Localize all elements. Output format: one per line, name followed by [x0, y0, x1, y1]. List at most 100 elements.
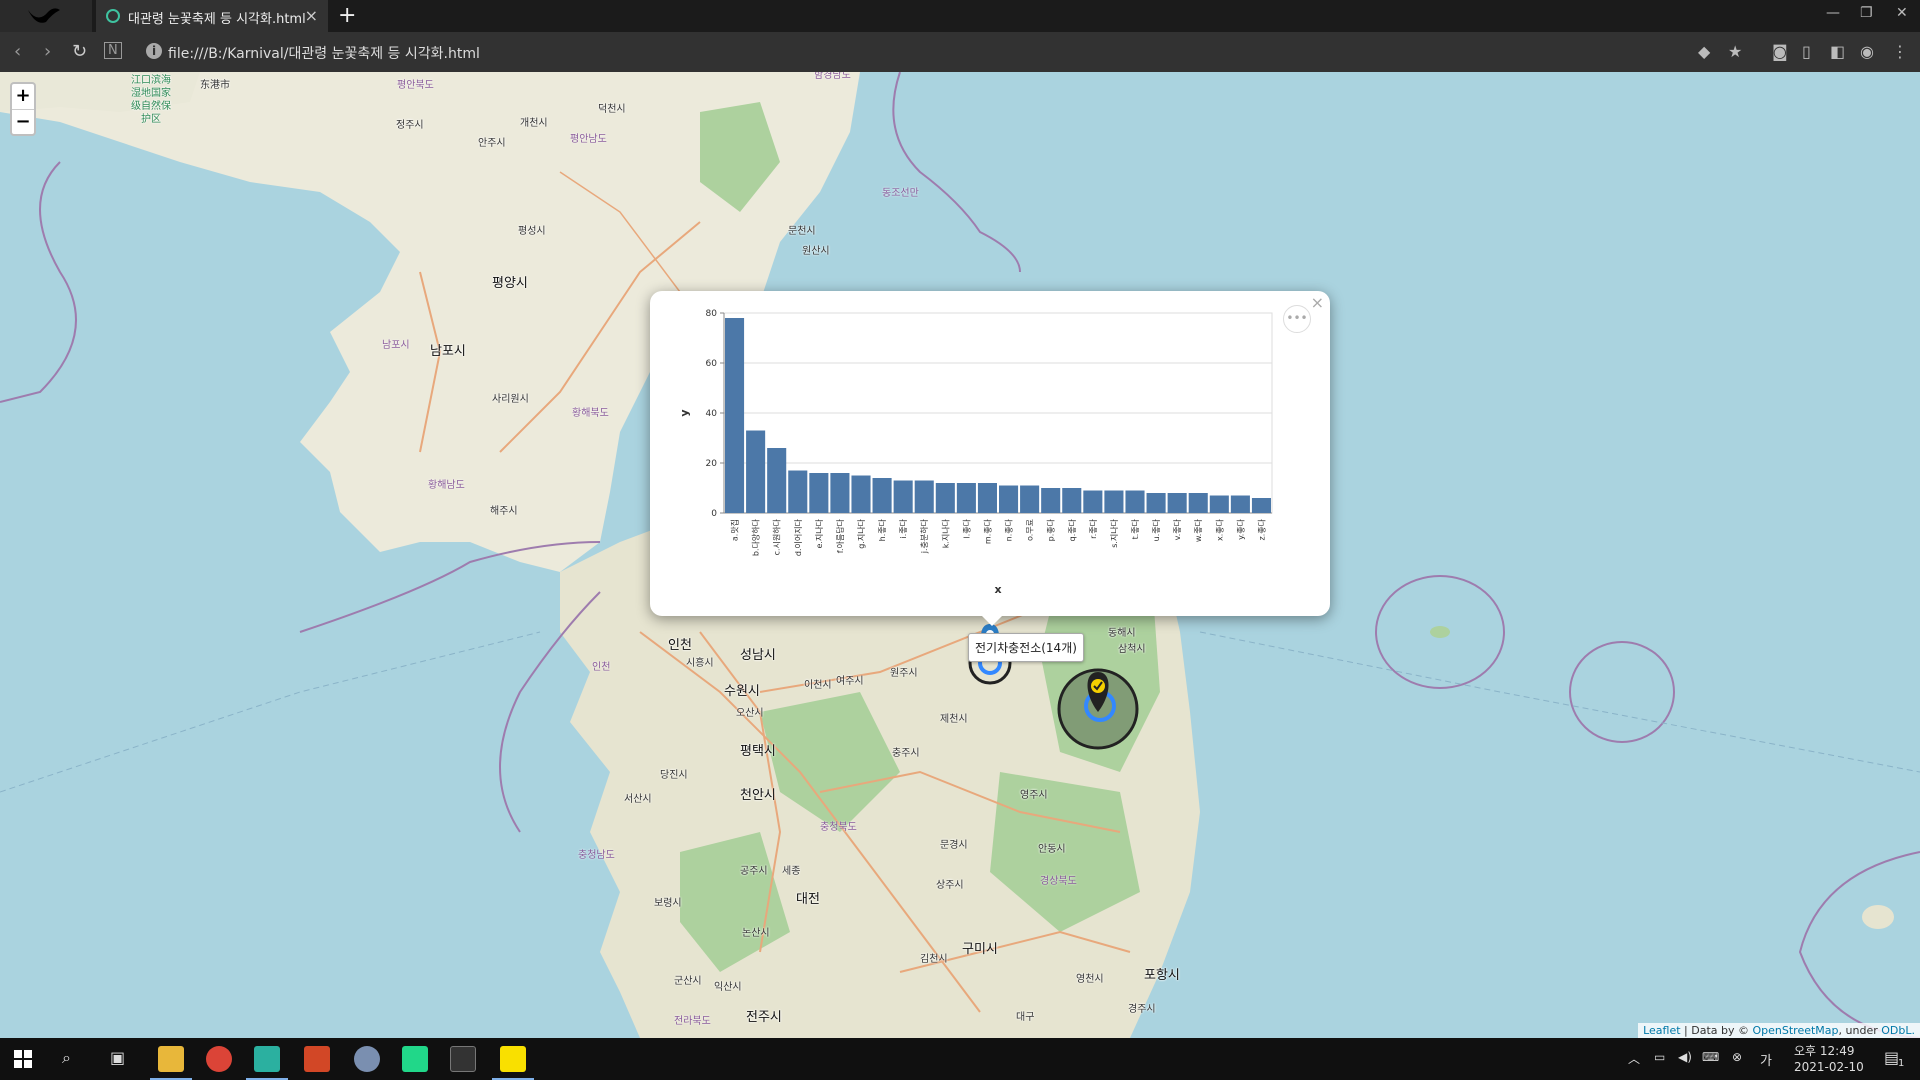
notification-count: 1: [1898, 1058, 1905, 1069]
reload-icon[interactable]: ↻: [72, 41, 87, 62]
chrome-icon[interactable]: [206, 1046, 232, 1072]
bar: [935, 483, 955, 513]
map-label: 영천시: [1076, 974, 1104, 985]
map-label: 상주시: [936, 880, 964, 891]
pycharm-icon[interactable]: [402, 1046, 428, 1072]
clock-date[interactable]: 2021-02-10: [1794, 1060, 1864, 1074]
close-window-button[interactable]: ✕: [1896, 5, 1908, 21]
x-tick-label: k.지나다: [941, 518, 950, 548]
bar: [830, 473, 850, 513]
search-icon[interactable]: ⌕: [62, 1048, 71, 1068]
bar: [914, 480, 934, 513]
input-language[interactable]: 가: [1760, 1050, 1772, 1069]
map-label: 해주시: [490, 506, 518, 517]
leaflet-link[interactable]: Leaflet: [1643, 1024, 1680, 1037]
bar: [746, 430, 766, 513]
map-label: 평택시: [740, 744, 776, 759]
x-tick-label: n.좋다: [1005, 518, 1014, 541]
address-bar[interactable]: i file:///B:/Karnival/대관령 눈꽃축제 등 시각화.htm…: [140, 40, 1640, 64]
map-label: 전라북도: [674, 1016, 711, 1027]
clock-time[interactable]: 오후 12:49: [1794, 1042, 1854, 1059]
map-label: 경상북도: [1040, 876, 1077, 887]
map-label: 성남시: [740, 648, 776, 663]
bar: [788, 470, 808, 513]
network-icon[interactable]: ▭: [1654, 1050, 1665, 1064]
windows-start-icon[interactable]: [14, 1050, 32, 1068]
file-explorer-icon[interactable]: [158, 1046, 184, 1072]
x-tick-label: p.좋다: [1047, 518, 1056, 541]
menu-icon[interactable]: ⋮: [1892, 42, 1908, 61]
shield-icon[interactable]: ◆: [1698, 42, 1710, 61]
antivirus-icon[interactable]: ⊗: [1732, 1050, 1742, 1064]
keyboard-icon[interactable]: ⌨: [1702, 1050, 1719, 1064]
y-tick-label: 20: [706, 459, 718, 469]
map-label: 평양시: [492, 276, 528, 291]
task-view-icon[interactable]: ▣: [110, 1048, 125, 1067]
x-tick-label: v.좋다: [1173, 518, 1182, 540]
x-tick-label: l.좋다: [962, 518, 971, 538]
terminal-icon[interactable]: [450, 1046, 476, 1072]
osm-link[interactable]: OpenStreetMap: [1753, 1024, 1839, 1037]
camera-icon[interactable]: ◙: [1772, 42, 1788, 61]
volume-icon[interactable]: ◀): [1678, 1050, 1692, 1064]
x-tick-label: x.좋다: [1215, 518, 1224, 541]
x-tick-label: b.다양하다: [751, 518, 761, 556]
tab-close-icon[interactable]: ×: [305, 6, 318, 25]
x-axis-title: x: [994, 583, 1001, 596]
map-label: 함경남도: [814, 72, 851, 81]
bookmark-star-icon[interactable]: ★: [1728, 42, 1742, 61]
powerpoint-icon[interactable]: [304, 1046, 330, 1072]
x-tick-label: f.아름답다: [835, 518, 845, 553]
map-label: 안주시: [478, 138, 506, 149]
x-tick-label: c.시원하다: [772, 518, 782, 555]
map-label: 원산시: [802, 246, 830, 257]
reader-icon[interactable]: ▯: [1802, 42, 1811, 61]
map-label: 덕천시: [598, 104, 626, 115]
chart-actions-menu[interactable]: •••: [1283, 305, 1311, 333]
map-label: 세종: [782, 866, 801, 877]
map-label: 江口滨海湿地国家级自然保护区: [131, 75, 171, 125]
bar: [851, 475, 871, 513]
notification-icon[interactable]: ▤: [1884, 1048, 1899, 1067]
map-label: 시흥시: [686, 658, 714, 669]
zoom-in-button[interactable]: +: [12, 84, 34, 109]
profile-icon[interactable]: ◉: [1860, 42, 1874, 61]
map-label: 충주시: [892, 748, 920, 759]
y-tick-label: 40: [706, 409, 718, 419]
map-label: 구미시: [962, 942, 998, 957]
notion-icon[interactable]: N: [104, 42, 122, 59]
map-label: 개천시: [520, 118, 548, 129]
map-label: 군산시: [674, 976, 702, 987]
info-icon[interactable]: i: [146, 43, 162, 59]
taskbar: ⌕ ▣ ︿ ▭ ◀) ⌨ ⊗ 가 오후 12:49 2021-02-10 ▤ 1: [0, 1038, 1920, 1080]
map-label: 전주시: [746, 1010, 782, 1025]
map-label: 동조선만: [882, 188, 919, 199]
bar: [1020, 485, 1040, 513]
bar: [1209, 495, 1229, 513]
kakaotalk-icon[interactable]: [500, 1046, 526, 1072]
browser-tab[interactable]: 대관령 눈꽃축제 등 시각화.html ×: [96, 0, 328, 32]
title-bar: 대관령 눈꽃축제 등 시각화.html × + — ❐ ✕: [0, 0, 1920, 32]
zoom-out-button[interactable]: −: [12, 109, 34, 134]
bar: [1104, 490, 1124, 513]
browser-logo-icon: [0, 0, 92, 32]
chart-popup: × ••• 0 20 40 60 80 a.맛집 b.다양하다 c.시원하다 d.이어지다 e.지…: [650, 291, 1330, 616]
restore-button[interactable]: ❐: [1860, 5, 1873, 21]
new-tab-button[interactable]: +: [338, 3, 356, 28]
whale-browser-icon[interactable]: [254, 1046, 280, 1072]
map-label: 익산시: [714, 982, 742, 993]
map-label: 이천시: [804, 680, 832, 691]
minimize-button[interactable]: —: [1826, 5, 1840, 21]
odbl-link[interactable]: ODbL.: [1881, 1024, 1915, 1037]
bar: [767, 448, 787, 513]
python-idle-icon[interactable]: [354, 1046, 380, 1072]
map-label: 수원시: [724, 684, 760, 699]
tray-expand-icon[interactable]: ︿: [1628, 1050, 1640, 1067]
back-icon[interactable]: ‹: [14, 41, 21, 62]
popup-close-button[interactable]: ×: [1311, 293, 1324, 312]
sidebar-icon[interactable]: ◧: [1830, 42, 1845, 61]
tab-title: 대관령 눈꽃축제 등 시각화.html: [128, 12, 306, 27]
forward-icon[interactable]: ›: [44, 41, 51, 62]
map-label: 대구: [1016, 1012, 1035, 1023]
bar-chart: 0 20 40 60 80 a.맛집 b.다양하다 c.시원하다 d.이어지다 e.지나다 f.아름…: [678, 309, 1273, 596]
